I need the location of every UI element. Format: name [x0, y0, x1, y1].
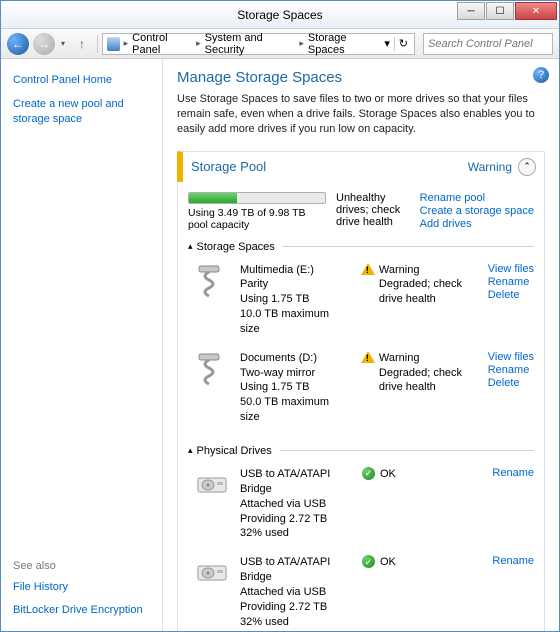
address-bar[interactable]: ▸ Control Panel ▸ System and Security ▸ … — [102, 33, 415, 55]
ok-icon: ✓ — [362, 555, 375, 568]
space-max: 50.0 TB maximum size — [240, 395, 351, 425]
refresh-button[interactable]: ↻ — [395, 37, 412, 50]
control-panel-icon — [107, 37, 120, 51]
back-button[interactable]: ← — [7, 33, 29, 55]
space-name: Documents (D:) — [240, 351, 351, 366]
space-resiliency: Two-way mirror — [240, 366, 351, 381]
storage-space-row: Multimedia (E:)ParityUsing 1.75 TB10.0 T… — [188, 259, 534, 347]
drive-providing: Providing 2.72 TB — [240, 512, 352, 527]
drive-used: 32% used — [240, 615, 352, 630]
ok-icon: ✓ — [362, 467, 375, 480]
drives-section-label: Physical Drives — [197, 445, 272, 457]
drive-status: OK — [380, 467, 480, 482]
space-max: 10.0 TB maximum size — [240, 307, 351, 337]
up-button[interactable]: ↑ — [71, 33, 93, 55]
sidebar: Control Panel Home Create a new pool and… — [1, 59, 163, 631]
pool-header: Storage Pool Warning ⌃ — [177, 151, 545, 182]
drive-icon — [194, 467, 230, 503]
physical-drive-row: USB to ATA/ATAPI BridgeAttached via USBP… — [188, 463, 534, 551]
sidebar-file-history-link[interactable]: File History — [13, 580, 150, 594]
maximize-button[interactable]: ☐ — [486, 2, 514, 20]
page-title: Manage Storage Spaces — [177, 69, 545, 86]
space-status: Warning — [379, 351, 478, 366]
collapse-pool-button[interactable]: ⌃ — [518, 158, 536, 176]
spaces-section-header: ▴ Storage Spaces — [188, 241, 534, 253]
space-usage: Using 1.75 TB — [240, 292, 351, 307]
drive-used: 32% used — [240, 526, 352, 541]
view-files-link[interactable]: View files — [488, 263, 534, 275]
delete-space-link[interactable]: Delete — [488, 289, 534, 301]
breadcrumb-item[interactable]: System and Security — [203, 32, 298, 56]
breadcrumb-item[interactable]: Storage Spaces — [306, 32, 380, 56]
drive-icon — [194, 555, 230, 591]
rename-drive-link[interactable]: Rename — [492, 555, 534, 567]
pool-status-detail: Unhealthy drives; check drive health — [336, 192, 410, 231]
content-pane: ? Manage Storage Spaces Use Storage Spac… — [163, 59, 559, 631]
storage-space-icon — [194, 351, 230, 387]
history-dropdown[interactable]: ▾ — [59, 39, 67, 48]
collapse-spaces-button[interactable]: ▴ — [188, 241, 193, 252]
page-description: Use Storage Spaces to save files to two … — [177, 92, 545, 137]
drive-name: USB to ATA/ATAPI Bridge — [240, 467, 352, 497]
drive-attach: Attached via USB — [240, 585, 352, 600]
window-title: Storage Spaces — [237, 8, 322, 22]
space-name: Multimedia (E:) — [240, 263, 351, 278]
create-space-link[interactable]: Create a storage space — [420, 205, 534, 217]
arrow-right-icon: → — [38, 37, 50, 51]
arrow-left-icon: ← — [12, 37, 24, 51]
see-also-label: See also — [13, 560, 150, 572]
sidebar-create-pool-link[interactable]: Create a new pool and storage space — [13, 97, 150, 126]
chevron-right-icon[interactable]: ▸ — [297, 38, 306, 49]
minimize-button[interactable]: ─ — [457, 2, 485, 20]
chevron-right-icon[interactable]: ▸ — [194, 38, 203, 49]
search-box[interactable] — [423, 33, 553, 55]
delete-space-link[interactable]: Delete — [488, 377, 534, 389]
warning-icon — [361, 263, 375, 275]
address-dropdown[interactable]: ▾ — [380, 37, 394, 50]
physical-drive-row: USB to ATA/ATAPI BridgeAttached via USBP… — [188, 551, 534, 631]
chevron-up-icon: ⌃ — [523, 161, 531, 172]
space-status-detail: Degraded; check drive health — [379, 277, 478, 307]
pool-title: Storage Pool — [191, 159, 266, 174]
forward-button[interactable]: → — [33, 33, 55, 55]
spaces-section-label: Storage Spaces — [197, 241, 275, 253]
collapse-drives-button[interactable]: ▴ — [188, 445, 193, 456]
view-files-link[interactable]: View files — [488, 351, 534, 363]
search-input[interactable] — [428, 38, 548, 50]
pool-status-label: Warning — [468, 160, 512, 174]
rename-space-link[interactable]: Rename — [488, 364, 534, 376]
space-status: Warning — [379, 263, 478, 278]
add-drives-link[interactable]: Add drives — [420, 218, 534, 230]
capacity-text: Using 3.49 TB of 9.98 TB pool capacity — [188, 207, 326, 231]
rename-drive-link[interactable]: Rename — [492, 467, 534, 479]
pool-body: Using 3.49 TB of 9.98 TB pool capacity U… — [177, 182, 545, 631]
space-status-detail: Degraded; check drive health — [379, 366, 478, 396]
storage-space-icon — [194, 263, 230, 299]
storage-spaces-window: Storage Spaces ─ ☐ ✕ ← → ▾ ↑ ▸ Control P… — [0, 0, 560, 632]
close-button[interactable]: ✕ — [515, 2, 557, 20]
nav-toolbar: ← → ▾ ↑ ▸ Control Panel ▸ System and Sec… — [1, 29, 559, 59]
drive-status: OK — [380, 555, 480, 570]
titlebar: Storage Spaces ─ ☐ ✕ — [1, 1, 559, 29]
storage-space-row: Documents (D:)Two-way mirrorUsing 1.75 T… — [188, 347, 534, 435]
breadcrumb-item[interactable]: Control Panel — [130, 32, 194, 56]
drives-section-header: ▴ Physical Drives — [188, 445, 534, 457]
space-resiliency: Parity — [240, 277, 351, 292]
warning-icon — [361, 351, 375, 363]
rename-space-link[interactable]: Rename — [488, 276, 534, 288]
drive-providing: Providing 2.72 TB — [240, 600, 352, 615]
drive-attach: Attached via USB — [240, 497, 352, 512]
separator — [97, 35, 98, 53]
rename-pool-link[interactable]: Rename pool — [420, 192, 534, 204]
sidebar-home-link[interactable]: Control Panel Home — [13, 73, 150, 87]
sidebar-bitlocker-link[interactable]: BitLocker Drive Encryption — [13, 603, 150, 617]
help-icon[interactable]: ? — [533, 67, 549, 83]
space-usage: Using 1.75 TB — [240, 380, 351, 395]
drive-name: USB to ATA/ATAPI Bridge — [240, 555, 352, 585]
capacity-bar — [188, 192, 326, 204]
chevron-right-icon[interactable]: ▸ — [122, 38, 131, 49]
